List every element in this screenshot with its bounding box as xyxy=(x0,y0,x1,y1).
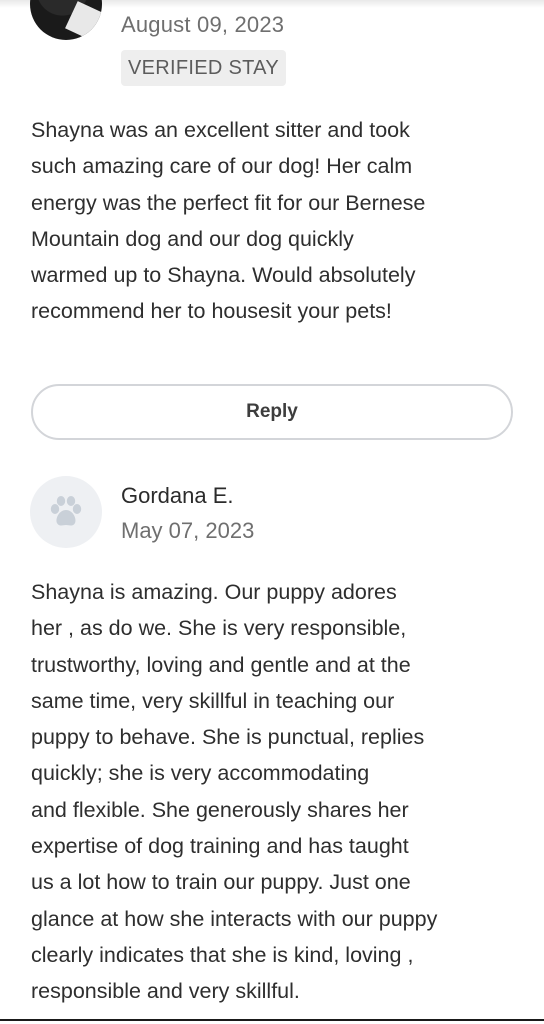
bottom-divider xyxy=(0,1019,544,1024)
verified-stay-badge: VERIFIED STAY xyxy=(121,50,286,86)
review-date: August 09, 2023 xyxy=(121,12,285,37)
paw-icon xyxy=(50,496,82,526)
reviewer-avatar[interactable] xyxy=(30,0,102,40)
reply-button[interactable]: Reply xyxy=(31,384,513,440)
review-date: May 07, 2023 xyxy=(121,518,255,543)
review-body: Shayna is amazing. Our puppy adores her … xyxy=(31,580,438,1004)
avatar-shirt-detail xyxy=(65,1,102,40)
reviewer-name[interactable]: Gordana E. xyxy=(121,483,234,509)
reviewer-avatar-placeholder[interactable] xyxy=(30,476,102,548)
review-body: Shayna was an excellent sitter and took … xyxy=(31,118,426,324)
